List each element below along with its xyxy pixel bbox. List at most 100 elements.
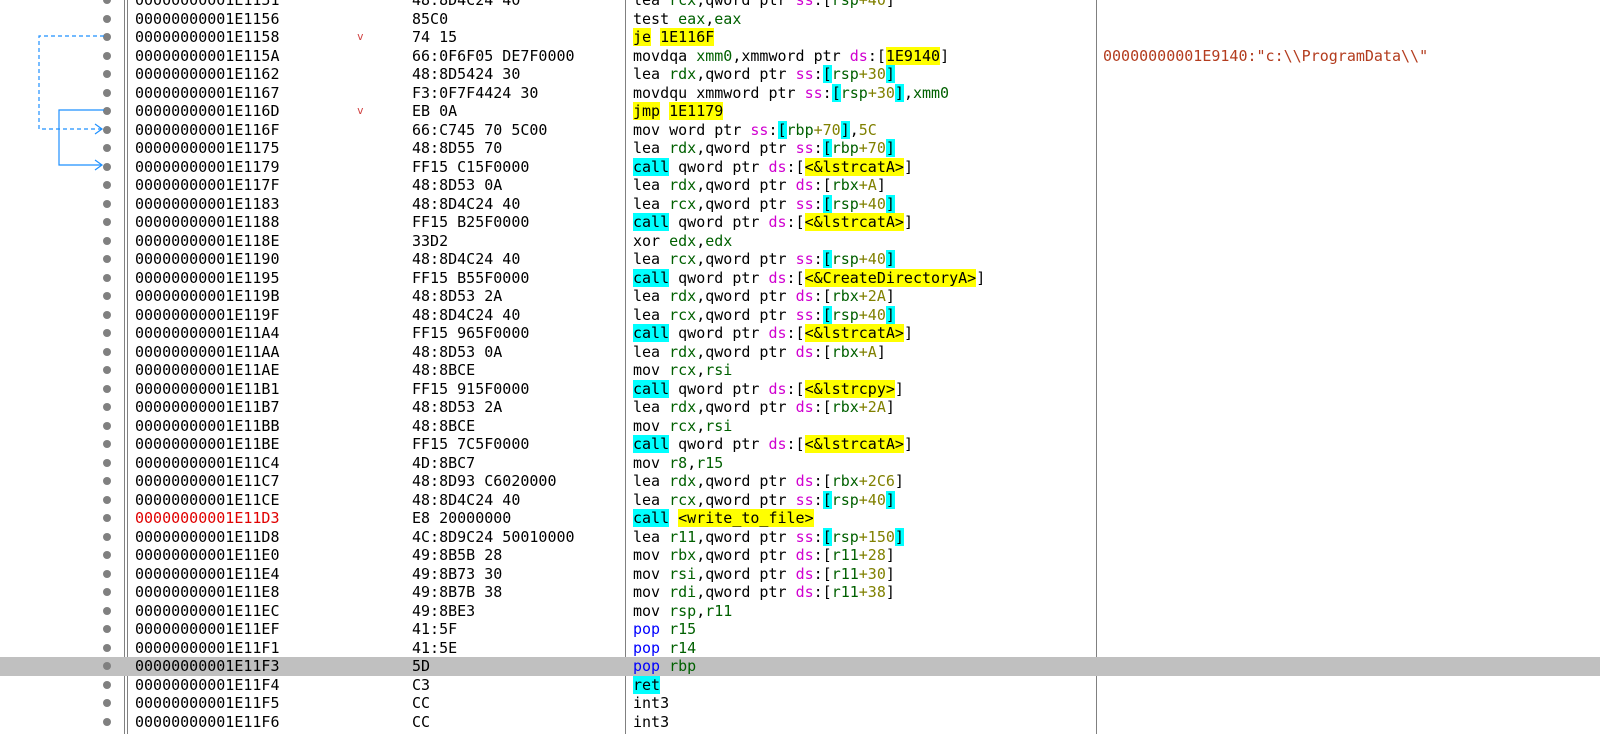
token: +A bbox=[858, 342, 877, 361]
token: , bbox=[696, 546, 706, 564]
token: ] bbox=[885, 546, 895, 564]
instruction-row[interactable]: 00000000001E11B1 FF15 915F0000 call qword … bbox=[0, 379, 1600, 399]
address: 00000000001E1190 bbox=[135, 250, 280, 268]
token: lea bbox=[633, 65, 670, 83]
instruction-row[interactable]: 00000000001E1175 48:8D55 70 lea rdx,qword … bbox=[0, 139, 1600, 158]
token: ds bbox=[795, 583, 814, 601]
token: ] bbox=[885, 398, 895, 416]
instruction-row[interactable]: 00000000001E11C4 4D:8BC7 mov r8,r15 bbox=[0, 454, 1600, 473]
instruction-row[interactable]: 00000000001E11F5 CC int3 bbox=[0, 694, 1600, 713]
token: rdx bbox=[669, 176, 697, 194]
token: , bbox=[696, 194, 706, 213]
instruction-row[interactable]: 00000000001E11F6 CC int3 bbox=[0, 713, 1600, 732]
token: , bbox=[696, 601, 706, 620]
instruction-row[interactable]: 00000000001E11EF 41:5F pop r15 bbox=[0, 620, 1600, 639]
token: xmm0 bbox=[912, 83, 950, 102]
opcode-bytes: 33D2 bbox=[412, 231, 449, 250]
opcode-bytes: 85C0 bbox=[412, 9, 449, 28]
instruction-row[interactable]: 00000000001E11F4 C3 ret bbox=[0, 675, 1600, 695]
instruction-row[interactable]: 00000000001E11E4 49:8B73 30 mov rsi,qword … bbox=[0, 565, 1600, 584]
token: rsi bbox=[705, 361, 733, 379]
address: 00000000001E11C7 bbox=[135, 472, 280, 490]
instruction-row[interactable]: 00000000001E11C7 48:8D93 C6020000 lea rdx,… bbox=[0, 472, 1600, 491]
opcode-bytes: 48:8D93 C6020000 bbox=[412, 472, 557, 490]
instruction-row[interactable]: 00000000001E1162 48:8D5424 30 lea rdx,qwor… bbox=[0, 65, 1600, 84]
token: rcx bbox=[669, 250, 697, 268]
instruction-row[interactable]: 00000000001E1195 FF15 B55F0000 call qword … bbox=[0, 268, 1600, 288]
token: :[ bbox=[813, 287, 832, 305]
token: ds bbox=[768, 324, 787, 342]
instruction-row[interactable]: 00000000001E1188 FF15 B25F0000 call qword … bbox=[0, 213, 1600, 232]
instruction-row[interactable]: 00000000001E116F 66:C745 70 5C00 mov word … bbox=[0, 120, 1600, 140]
token: call bbox=[633, 379, 670, 398]
comment: 00000000001E9140:"c:\\ProgramData\\" bbox=[1103, 46, 1429, 65]
instruction-row[interactable]: 00000000001E11D8 4C:8D9C24 50010000 lea r1… bbox=[0, 527, 1600, 547]
token: [ bbox=[831, 83, 841, 102]
token: r14 bbox=[669, 638, 697, 657]
instruction-row[interactable]: 00000000001E11A4 FF15 965F0000 call qword … bbox=[0, 324, 1600, 343]
disassembly-text: mov rsi,qword ptr ds:[r11+30] bbox=[633, 565, 895, 584]
token: xor bbox=[633, 231, 670, 250]
token: , bbox=[696, 416, 706, 435]
instruction-row[interactable]: 00000000001E1151 48:8D4C24 40 lea rcx,qwor… bbox=[0, 0, 1600, 10]
instruction-row[interactable]: 00000000001E115A 66:0F6F05 DE7F0000 movdqa… bbox=[0, 46, 1600, 66]
instruction-row[interactable]: 00000000001E11BB 48:8BCE mov rcx,rsi bbox=[0, 417, 1600, 436]
instruction-row[interactable]: 00000000001E1158 v 74 15 je 1E116F bbox=[0, 28, 1600, 47]
instruction-row[interactable]: 00000000001E11F3 5D pop rbp bbox=[0, 657, 1600, 676]
instruction-row[interactable]: 00000000001E1183 48:8D4C24 40 lea rcx,qwor… bbox=[0, 194, 1600, 214]
token: lea bbox=[633, 305, 670, 324]
instruction-row[interactable]: 00000000001E116D v EB 0A jmp 1E1179 bbox=[0, 102, 1600, 121]
instruction-row[interactable]: 00000000001E118E 33D2 xor edx,edx bbox=[0, 232, 1600, 251]
opcode-bytes: FF15 7C5F0000 bbox=[412, 435, 530, 453]
token: +30 bbox=[858, 65, 886, 83]
instruction-row[interactable]: 00000000001E1190 48:8D4C24 40 lea rcx,qwor… bbox=[0, 250, 1600, 269]
disassembly-text: call <write_to_file> bbox=[633, 509, 814, 528]
instruction-row[interactable]: 00000000001E11E0 49:8B5B 28 mov rbx,qword … bbox=[0, 546, 1600, 565]
token: :[ bbox=[813, 398, 832, 416]
instruction-row[interactable]: 00000000001E119F 48:8D4C24 40 lea rcx,qwor… bbox=[0, 305, 1600, 325]
token: rsp bbox=[831, 194, 859, 213]
instruction-row[interactable]: 00000000001E11AA 48:8D53 0A lea rdx,qword … bbox=[0, 343, 1600, 362]
instruction-row[interactable]: 00000000001E1179 FF15 C15F0000 call qword … bbox=[0, 157, 1600, 177]
disassembly-view[interactable]: 00000000001E1151 48:8D4C24 40 lea rcx,qwor… bbox=[0, 0, 1600, 734]
token: : bbox=[768, 120, 778, 139]
instruction-row[interactable]: 00000000001E1167 F3:0F7F4424 30 movdqu xmm… bbox=[0, 83, 1600, 103]
disassembly-text: mov rcx,rsi bbox=[633, 417, 732, 436]
token: ] bbox=[885, 583, 895, 601]
token: lea bbox=[633, 176, 670, 194]
token: ss bbox=[795, 490, 814, 509]
token: , bbox=[705, 9, 715, 28]
token: ds bbox=[768, 435, 787, 453]
instruction-row[interactable]: 00000000001E11B7 48:8D53 2A lea rdx,qword … bbox=[0, 398, 1600, 417]
token: rbx bbox=[669, 546, 697, 564]
disassembly-text: pop r14 bbox=[633, 639, 696, 658]
address: 00000000001E11E4 bbox=[135, 564, 280, 583]
instruction-row[interactable]: 00000000001E11BE FF15 7C5F0000 call qword … bbox=[0, 435, 1600, 454]
disassembly-text: lea rcx,qword ptr ss:[rsp+40] bbox=[633, 490, 895, 510]
token: 1E9140 bbox=[885, 46, 941, 65]
opcode-bytes: E8 20000000 bbox=[412, 509, 512, 527]
instruction-row[interactable]: 00000000001E11E8 49:8B7B 38 mov rdi,qword … bbox=[0, 583, 1600, 602]
token: [ bbox=[822, 250, 832, 268]
token: qword ptr bbox=[705, 398, 796, 416]
instruction-row[interactable]: 00000000001E1156 85C0 test eax,eax bbox=[0, 10, 1600, 29]
disassembly-text: call qword ptr ds:[<&lstrcpy>] bbox=[633, 379, 904, 399]
token: pop bbox=[633, 620, 670, 638]
instruction-row[interactable]: 00000000001E11D3 E8 20000000 call <write_t… bbox=[0, 509, 1600, 528]
address: 00000000001E11E0 bbox=[135, 546, 280, 564]
opcode-bytes: 48:8D53 2A bbox=[412, 287, 503, 305]
instruction-row[interactable]: 00000000001E11EC 49:8BE3 mov rsp,r11 bbox=[0, 602, 1600, 621]
instruction-row[interactable]: 00000000001E117F 48:8D53 0A lea rdx,qword … bbox=[0, 176, 1600, 195]
jump-indicator-icon: v bbox=[357, 104, 364, 117]
token: +30 bbox=[867, 83, 895, 102]
address: 00000000001E11F5 bbox=[135, 694, 280, 712]
token: rsp bbox=[831, 305, 859, 324]
instruction-row[interactable]: 00000000001E119B 48:8D53 2A lea rdx,qword … bbox=[0, 287, 1600, 306]
token: qword ptr bbox=[678, 157, 769, 176]
instruction-row[interactable]: 00000000001E11CE 48:8D4C24 40 lea rcx,qwor… bbox=[0, 490, 1600, 510]
instruction-row[interactable]: 00000000001E11F1 41:5E pop r14 bbox=[0, 639, 1600, 658]
opcode-bytes: 49:8B5B 28 bbox=[412, 546, 503, 564]
instruction-row[interactable]: 00000000001E11AE 48:8BCE mov rcx,rsi bbox=[0, 361, 1600, 380]
token: <&lstrcpy> bbox=[804, 379, 895, 398]
